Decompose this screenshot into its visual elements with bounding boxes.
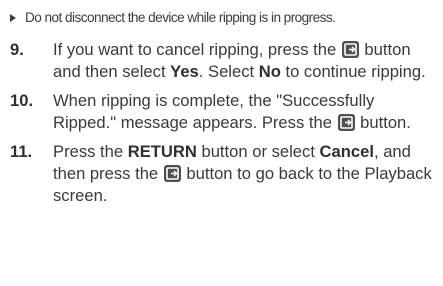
enter-button-icon — [337, 114, 355, 131]
step-9: 9. If you want to cancel ripping, press … — [10, 39, 440, 83]
enter-button-icon — [163, 165, 181, 182]
option-yes: Yes — [170, 62, 199, 81]
triangle-bullet-icon — [10, 14, 16, 22]
step-number: 9. — [10, 40, 24, 59]
step-10: 10. When ripping is complete, the "Succe… — [10, 90, 440, 134]
step-text: button or select — [196, 142, 320, 161]
step-number: 10. — [10, 91, 34, 110]
step-text: Press the — [53, 142, 128, 161]
warning-note-text: Do not disconnect the device while rippi… — [25, 10, 336, 25]
warning-note: Do not disconnect the device while rippi… — [10, 6, 336, 30]
step-11: 11. Press the RETURN button or select Ca… — [10, 141, 440, 207]
enter-button-icon — [341, 41, 359, 58]
steps-list: 9. If you want to cancel ripping, press … — [10, 39, 440, 214]
step-text: If you want to cancel ripping, press the — [53, 40, 341, 59]
option-no: No — [258, 62, 281, 81]
option-cancel: Cancel — [319, 142, 374, 161]
step-text: button. — [355, 113, 411, 132]
return-button-label: RETURN — [127, 142, 197, 161]
step-text: When ripping is complete, the "Successfu… — [53, 91, 375, 132]
step-text: to continue ripping. — [280, 62, 426, 81]
step-number: 11. — [10, 142, 33, 161]
step-text: . Select — [198, 62, 259, 81]
